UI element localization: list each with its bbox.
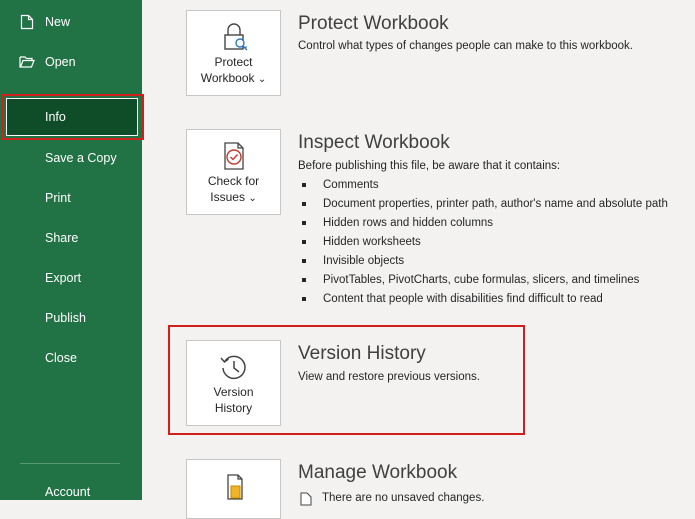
tile-label-text: Issues [210, 190, 245, 204]
sidebar-item-publish[interactable]: Publish [0, 298, 142, 338]
sidebar-item-label: Save a Copy [45, 151, 117, 165]
sidebar-item-label: Account [45, 485, 91, 499]
sidebar-item-label: Share [45, 231, 79, 245]
manage-workbook-button[interactable] [186, 459, 281, 519]
history-clock-icon [218, 350, 250, 384]
inspect-workbook-title: Inspect Workbook [298, 132, 450, 153]
protect-workbook-button[interactable]: Protect Workbook ⌄ [186, 10, 281, 96]
sidebar-item-label: Close [45, 351, 77, 365]
version-history-button[interactable]: Version History [186, 340, 281, 426]
version-history-title: Version History [298, 343, 426, 364]
sidebar-item-open[interactable]: Open [0, 42, 142, 82]
tile-label-text: Workbook [200, 71, 255, 85]
open-folder-icon [19, 54, 35, 70]
manage-workbook-description: There are no unsaved changes. [322, 492, 485, 504]
sidebar-item-new[interactable]: New [0, 2, 142, 42]
sidebar-divider [20, 463, 120, 464]
backstage-sidebar: New Open Info Save a Copy Print Share Ex… [0, 0, 144, 500]
list-item: Document properties, printer path, autho… [298, 195, 668, 214]
manage-workbook-title: Manage Workbook [298, 462, 458, 483]
chevron-down-icon: ⌄ [257, 74, 267, 85]
tile-label-line1: Version [213, 385, 254, 399]
sidebar-item-label: Open [45, 55, 76, 69]
tile-label-line1: Check for [207, 174, 260, 188]
inspect-bullet-list: Comments Document properties, printer pa… [298, 176, 668, 309]
padlock-key-icon [219, 20, 249, 54]
sidebar-item-close[interactable]: Close [0, 338, 142, 378]
check-for-issues-button[interactable]: Check for Issues ⌄ [186, 129, 281, 215]
sidebar-item-label: Export [45, 271, 82, 285]
sidebar-item-save-a-copy[interactable]: Save a Copy [0, 138, 142, 178]
tile-label-line1: Protect [214, 55, 253, 69]
list-item: PivotTables, PivotCharts, cube formulas,… [298, 271, 668, 290]
sidebar-item-export[interactable]: Export [0, 258, 142, 298]
list-item: Content that people with disabilities fi… [298, 290, 668, 309]
sidebar-item-info[interactable]: Info [6, 98, 138, 136]
protect-workbook-description: Control what types of changes people can… [298, 40, 633, 52]
sidebar-item-label: Info [45, 110, 66, 124]
sidebar-item-account[interactable]: Account [0, 472, 142, 512]
list-item: Invisible objects [298, 252, 668, 271]
manage-workbook-icon [219, 469, 249, 503]
sidebar-item-print[interactable]: Print [0, 178, 142, 218]
tile-label-line2: Workbook ⌄ [201, 70, 267, 88]
list-item: Comments [298, 176, 668, 195]
check-document-icon [219, 139, 249, 173]
version-history-description: View and restore previous versions. [298, 371, 480, 383]
tile-label-line2: History [214, 401, 253, 415]
sidebar-item-label: Print [45, 191, 71, 205]
sidebar-item-share[interactable]: Share [0, 218, 142, 258]
sidebar-item-label: New [45, 15, 71, 29]
tile-label-line2: Issues ⌄ [210, 189, 256, 207]
list-item: Hidden rows and hidden columns [298, 214, 668, 233]
list-item: Hidden worksheets [298, 233, 668, 252]
sidebar-item-label: Publish [45, 311, 86, 325]
inspect-workbook-description: Before publishing this file, be aware th… [298, 160, 561, 172]
protect-workbook-title: Protect Workbook [298, 13, 449, 34]
new-document-icon [19, 14, 35, 30]
document-small-icon [300, 492, 312, 511]
chevron-down-icon: ⌄ [248, 193, 257, 204]
